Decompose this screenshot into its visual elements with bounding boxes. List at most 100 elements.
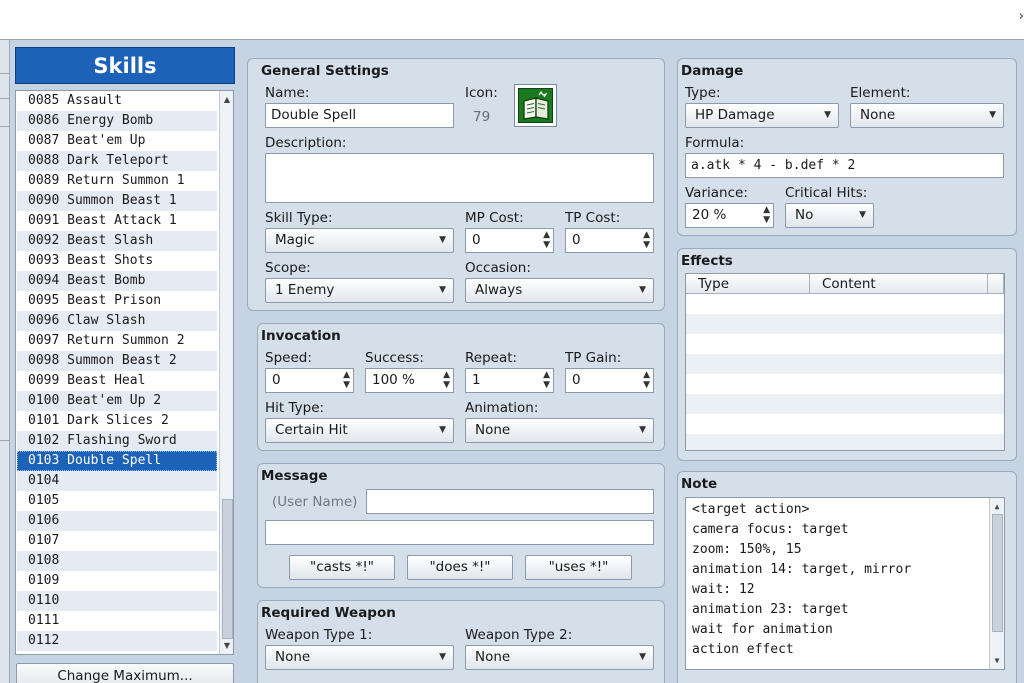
spin-up-icon[interactable]: ▲ bbox=[763, 206, 770, 215]
effects-row[interactable] bbox=[686, 354, 1004, 374]
spin-down-icon[interactable]: ▼ bbox=[543, 241, 550, 250]
animation-dropdown[interactable]: None ▼ bbox=[465, 418, 654, 443]
formula-field[interactable]: a.atk * 4 - b.def * 2 bbox=[685, 153, 1004, 178]
effects-col-content[interactable]: Content bbox=[810, 274, 988, 294]
effects-row[interactable] bbox=[686, 334, 1004, 354]
note-line: <target action> bbox=[692, 502, 810, 517]
skill-list-item[interactable]: 0103 Double Spell bbox=[17, 451, 217, 471]
skill-list-item[interactable]: 0090 Summon Beast 1 bbox=[17, 191, 217, 211]
hit-type-label: Hit Type: bbox=[265, 400, 325, 416]
close-icon[interactable]: › bbox=[1019, 9, 1024, 24]
spin-down-icon[interactable]: ▼ bbox=[763, 216, 770, 225]
spin-down-icon[interactable]: ▼ bbox=[343, 381, 350, 390]
message-line2-field[interactable] bbox=[265, 520, 654, 545]
spin-up-icon[interactable]: ▲ bbox=[543, 231, 550, 240]
repeat-value: 1 bbox=[472, 372, 481, 388]
skill-list-item[interactable]: 0101 Dark Slices 2 bbox=[17, 411, 217, 431]
skill-list-item[interactable]: 0086 Energy Bomb bbox=[17, 111, 217, 131]
spin-up-icon[interactable]: ▲ bbox=[443, 371, 450, 380]
critical-hits-dropdown[interactable]: No ▼ bbox=[785, 203, 874, 228]
spin-up-icon[interactable]: ▲ bbox=[343, 371, 350, 380]
skill-list-item[interactable]: 0098 Summon Beast 2 bbox=[17, 351, 217, 371]
skill-list-item[interactable]: 0097 Return Summon 2 bbox=[17, 331, 217, 351]
effects-table[interactable]: Type Content bbox=[685, 273, 1005, 451]
skill-list-item[interactable]: 0109 bbox=[17, 571, 217, 591]
damage-type-dropdown[interactable]: HP Damage ▼ bbox=[685, 103, 839, 128]
mp-cost-value: 0 bbox=[472, 232, 481, 248]
skill-list-item[interactable]: 0087 Beat'em Up bbox=[17, 131, 217, 151]
skill-list-item[interactable]: 0091 Beast Attack 1 bbox=[17, 211, 217, 231]
skill-list-item[interactable]: 0110 bbox=[17, 591, 217, 611]
spin-up-icon[interactable]: ▲ bbox=[643, 231, 650, 240]
skill-type-dropdown[interactable]: Magic ▼ bbox=[265, 228, 454, 253]
uses-button[interactable]: "uses *!" bbox=[525, 555, 632, 580]
weapon-type2-label: Weapon Type 2: bbox=[465, 627, 573, 643]
tp-gain-stepper[interactable]: 0 ▲ ▼ bbox=[565, 368, 654, 393]
skill-list[interactable]: 0085 Assault 0086 Energy Bomb 0087 Beat'em… bbox=[15, 90, 234, 655]
skills-header: Skills bbox=[15, 47, 235, 84]
skill-list-item[interactable]: 0107 bbox=[17, 531, 217, 551]
mp-cost-stepper[interactable]: 0 ▲ ▼ bbox=[465, 228, 554, 253]
speed-stepper[interactable]: 0 ▲ ▼ bbox=[265, 368, 354, 393]
skill-list-item[interactable]: 0085 Assault bbox=[17, 91, 217, 111]
spin-up-icon[interactable]: ▲ bbox=[643, 371, 650, 380]
casts-button[interactable]: "casts *!" bbox=[289, 555, 395, 580]
repeat-stepper[interactable]: 1 ▲ ▼ bbox=[465, 368, 554, 393]
spin-down-icon[interactable]: ▼ bbox=[643, 241, 650, 250]
message-line1-field[interactable] bbox=[366, 489, 654, 514]
hit-type-dropdown[interactable]: Certain Hit ▼ bbox=[265, 418, 454, 443]
skill-list-item[interactable]: 0088 Dark Teleport bbox=[17, 151, 217, 171]
scroll-down-icon[interactable]: ▼ bbox=[220, 638, 233, 653]
skill-list-item[interactable]: 0094 Beast Bomb bbox=[17, 271, 217, 291]
category-strip bbox=[0, 40, 10, 683]
skill-list-item[interactable]: 0102 Flashing Sword bbox=[17, 431, 217, 451]
change-maximum-button[interactable]: Change Maximum... bbox=[16, 663, 234, 683]
scroll-up-icon[interactable]: ▲ bbox=[990, 499, 1004, 514]
effects-row[interactable] bbox=[686, 294, 1004, 314]
icon-picker[interactable] bbox=[514, 84, 557, 127]
damage-type-value: HP Damage bbox=[695, 107, 775, 123]
weapon-type2-dropdown[interactable]: None ▼ bbox=[465, 645, 654, 670]
scope-dropdown[interactable]: 1 Enemy ▼ bbox=[265, 278, 454, 303]
element-dropdown[interactable]: None ▼ bbox=[850, 103, 1004, 128]
variance-stepper[interactable]: 20 % ▲ ▼ bbox=[685, 203, 774, 228]
scroll-thumb[interactable] bbox=[222, 499, 233, 639]
skill-list-item[interactable]: 0106 bbox=[17, 511, 217, 531]
scroll-down-icon[interactable]: ▼ bbox=[990, 653, 1004, 668]
skill-list-item[interactable]: 0100 Beat'em Up 2 bbox=[17, 391, 217, 411]
occasion-dropdown[interactable]: Always ▼ bbox=[465, 278, 654, 303]
effects-row[interactable] bbox=[686, 434, 1004, 450]
tp-cost-stepper[interactable]: 0 ▲ ▼ bbox=[565, 228, 654, 253]
effects-col-type[interactable]: Type bbox=[686, 274, 810, 294]
note-textarea[interactable]: <target action> camera focus: target zoom:… bbox=[685, 497, 1005, 670]
skill-list-item[interactable]: 0108 bbox=[17, 551, 217, 571]
scroll-up-icon[interactable]: ▲ bbox=[220, 92, 233, 107]
skill-list-item[interactable]: 0104 bbox=[17, 471, 217, 491]
effects-row[interactable] bbox=[686, 414, 1004, 434]
skill-list-item[interactable]: 0112 bbox=[17, 631, 217, 651]
chevron-down-icon: ▼ bbox=[439, 425, 446, 435]
spin-down-icon[interactable]: ▼ bbox=[543, 381, 550, 390]
skill-list-item[interactable]: 0092 Beast Slash bbox=[17, 231, 217, 251]
skill-list-item[interactable]: 0089 Return Summon 1 bbox=[17, 171, 217, 191]
name-field[interactable]: Double Spell bbox=[265, 103, 454, 128]
note-scrollbar[interactable]: ▲ ▼ bbox=[989, 498, 1004, 669]
list-scrollbar[interactable]: ▲ ▼ bbox=[219, 91, 233, 654]
skill-list-item[interactable]: 0111 bbox=[17, 611, 217, 631]
skill-list-item[interactable]: 0093 Beast Shots bbox=[17, 251, 217, 271]
skill-list-item[interactable]: 0099 Beast Heal bbox=[17, 371, 217, 391]
spin-up-icon[interactable]: ▲ bbox=[543, 371, 550, 380]
skill-list-item[interactable]: 0095 Beast Prison bbox=[17, 291, 217, 311]
effects-row[interactable] bbox=[686, 374, 1004, 394]
skill-list-item[interactable]: 0096 Claw Slash bbox=[17, 311, 217, 331]
success-stepper[interactable]: 100 % ▲ ▼ bbox=[365, 368, 454, 393]
weapon-type1-dropdown[interactable]: None ▼ bbox=[265, 645, 454, 670]
scroll-thumb[interactable] bbox=[992, 514, 1003, 632]
skill-list-item[interactable]: 0105 bbox=[17, 491, 217, 511]
effects-row[interactable] bbox=[686, 394, 1004, 414]
spin-down-icon[interactable]: ▼ bbox=[443, 381, 450, 390]
effects-row[interactable] bbox=[686, 314, 1004, 334]
does-button[interactable]: "does *!" bbox=[407, 555, 513, 580]
spin-down-icon[interactable]: ▼ bbox=[643, 381, 650, 390]
description-field[interactable] bbox=[265, 153, 654, 203]
